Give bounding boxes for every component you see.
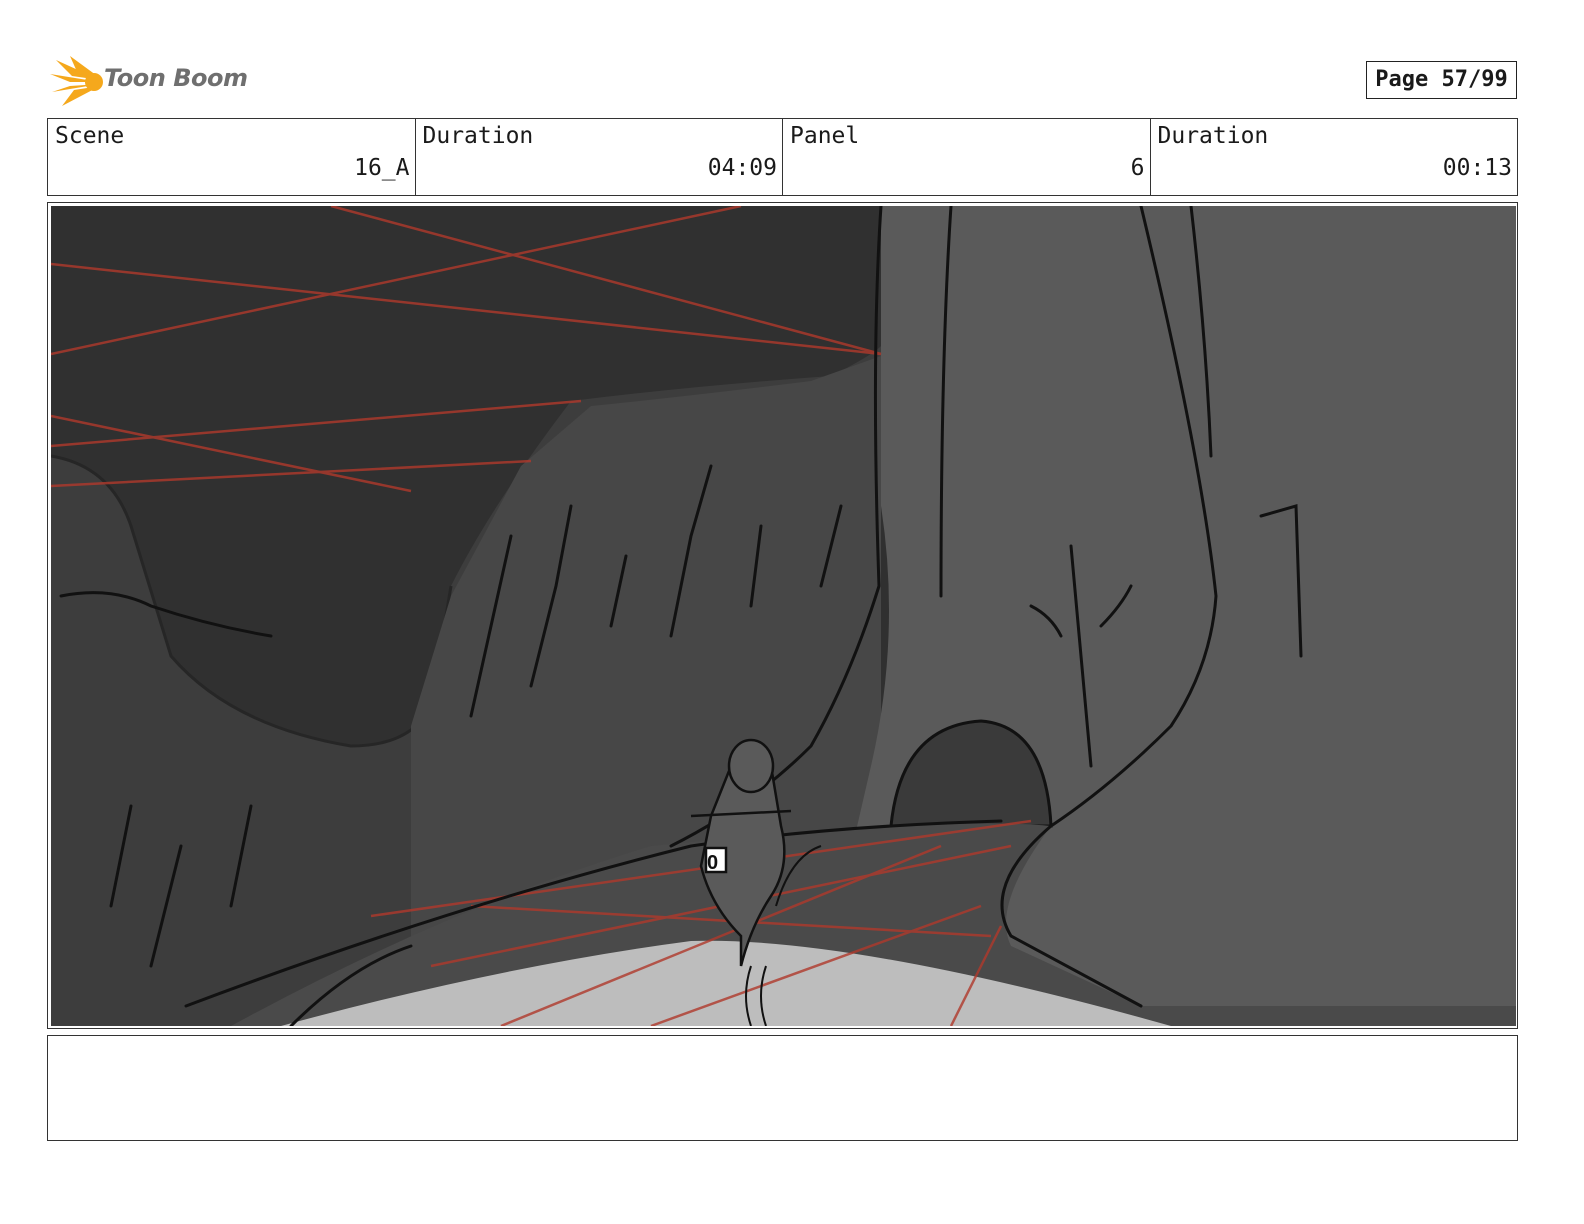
panel-duration-label: Duration	[1157, 123, 1269, 149]
logo-text: Toon Boom	[104, 64, 248, 92]
scene-label: Scene	[55, 123, 125, 149]
starburst-icon	[50, 56, 103, 106]
scene-duration-cell: Duration 04:09	[416, 119, 783, 195]
toon-boom-logo: Toon Boom	[50, 56, 250, 108]
panel-cell: Panel 6	[783, 119, 1151, 195]
panel-value: 6	[1130, 155, 1145, 181]
scene-cell: Scene 16_A	[48, 119, 416, 195]
panel-label: Panel	[790, 123, 860, 149]
panel-duration-value: 00:13	[1442, 155, 1512, 181]
panel-duration-cell: Duration 00:13	[1151, 119, 1518, 195]
page-indicator: Page 57/99	[1366, 61, 1517, 99]
storyboard-panel-image: 0	[51, 206, 1516, 1026]
scene-duration-value: 04:09	[707, 155, 777, 181]
scene-duration-label: Duration	[422, 123, 534, 149]
notes-box	[47, 1035, 1518, 1141]
scene-info-table: Scene 16_A Duration 04:09 Panel 6 Durati…	[47, 118, 1518, 196]
bike-number: 0	[707, 852, 718, 874]
scene-value: 16_A	[354, 155, 410, 181]
